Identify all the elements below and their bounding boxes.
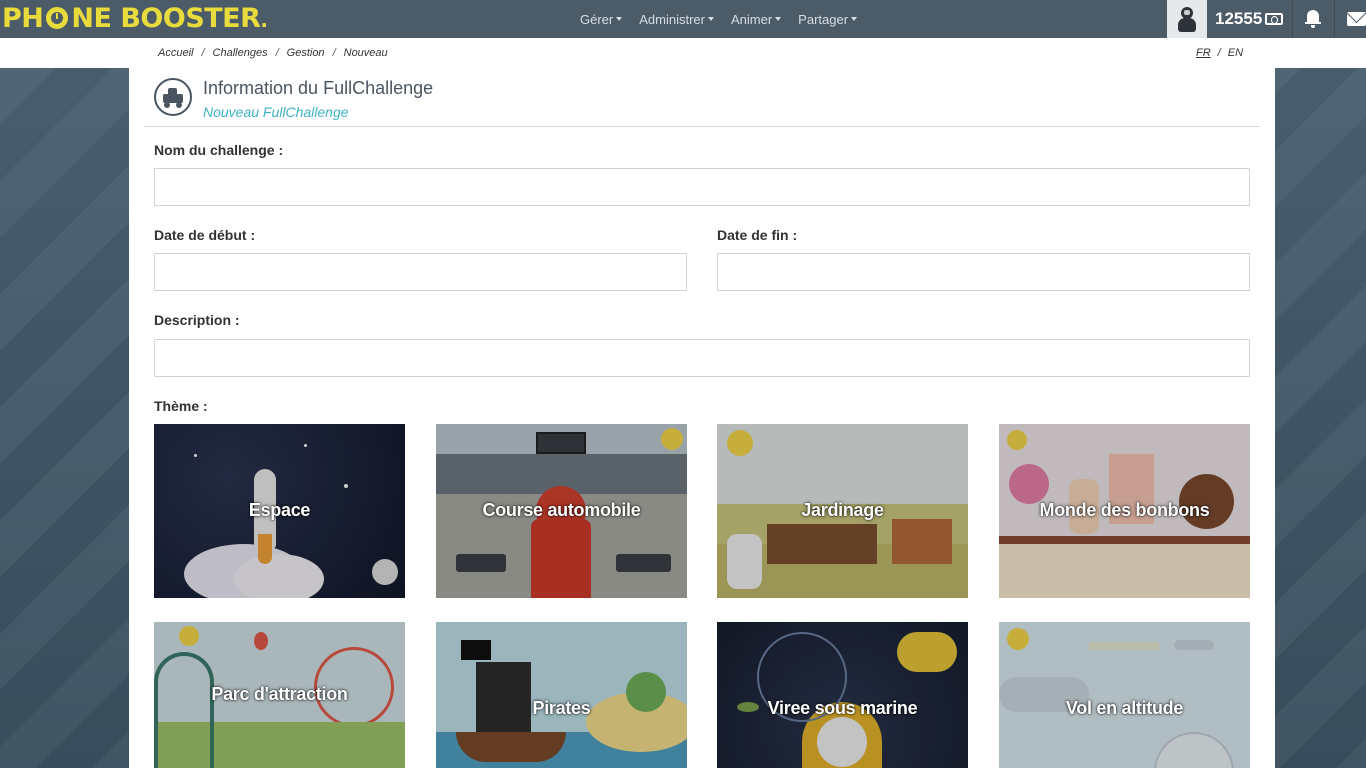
- menu-gerer[interactable]: Gérer: [580, 12, 623, 27]
- start-date-label: Date de début :: [154, 227, 256, 243]
- challenge-name-input[interactable]: [154, 168, 1250, 206]
- navbar-divider: [1334, 0, 1335, 38]
- theme-label-espace: Espace: [248, 500, 311, 520]
- menu-partager[interactable]: Partager: [798, 12, 858, 27]
- theme-tile-espace[interactable]: Espace: [154, 424, 405, 598]
- theme-label: Thème :: [154, 398, 208, 414]
- theme-label-pirates: Pirates: [532, 698, 591, 718]
- breadcrumb-gestion[interactable]: Gestion: [287, 47, 325, 59]
- description-label: Description :: [154, 312, 240, 328]
- caret-down-icon: [851, 17, 858, 21]
- clock-icon: [44, 5, 71, 31]
- lang-en[interactable]: EN: [1228, 47, 1243, 59]
- theme-tile-parc-dattraction[interactable]: Parc d'attraction: [154, 622, 405, 768]
- start-date-input[interactable]: [154, 253, 687, 291]
- caret-down-icon: [775, 17, 782, 21]
- name-label: Nom du challenge :: [154, 142, 284, 158]
- main-menu: Gérer Administrer Animer Partager: [580, 0, 874, 38]
- end-date-input[interactable]: [717, 253, 1250, 291]
- avatar-icon: [1177, 5, 1197, 33]
- lang-fr[interactable]: FR: [1196, 47, 1211, 59]
- page-subtitle: Nouveau FullChallenge: [203, 104, 349, 120]
- breadcrumb-nouveau: Nouveau: [343, 47, 388, 59]
- phone-booster-logo[interactable]: PH NE BOOSTER.: [2, 3, 268, 35]
- menu-administrer[interactable]: Administrer: [639, 12, 714, 27]
- language-switcher: FR / EN: [1196, 47, 1244, 59]
- theme-tile-monde-des-bonbons[interactable]: Monde des bonbons: [999, 424, 1250, 598]
- top-navbar: PH NE BOOSTER. Gérer Administrer Animer P…: [0, 0, 1366, 38]
- theme-label-vol-en-altitude: Vol en altitude: [1065, 698, 1184, 718]
- theme-tile-pirates[interactable]: Pirates: [436, 622, 687, 768]
- challenge-form-card: Information du FullChallenge Nouveau Ful…: [129, 68, 1275, 768]
- navbar-divider: [1292, 0, 1293, 38]
- theme-label-monde-des-bonbons: Monde des bonbons: [1039, 500, 1210, 520]
- breadcrumb: Accueil / Challenges / Gestion / Nouveau: [158, 47, 388, 59]
- caret-down-icon: [707, 17, 714, 21]
- points-value: 12555: [1215, 9, 1263, 28]
- theme-tile-jardinage[interactable]: Jardinage: [717, 424, 968, 598]
- breadcrumb-challenges[interactable]: Challenges: [213, 47, 268, 59]
- theme-tile-viree-sous-marine[interactable]: Viree sous marine: [717, 622, 968, 768]
- description-input[interactable]: [154, 339, 1250, 377]
- theme-label-jardinage: Jardinage: [801, 500, 884, 520]
- envelope-icon[interactable]: [1347, 12, 1366, 26]
- theme-tile-course-automobile[interactable]: Course automobile: [436, 424, 687, 598]
- theme-tile-vol-en-altitude[interactable]: Vol en altitude: [999, 622, 1250, 768]
- money-icon: [1265, 13, 1284, 25]
- bell-icon[interactable]: [1305, 10, 1321, 28]
- race-car-icon: [154, 78, 192, 116]
- end-date-label: Date de fin :: [717, 227, 798, 243]
- theme-label-parc-dattraction: Parc d'attraction: [211, 684, 348, 704]
- menu-animer[interactable]: Animer: [731, 12, 782, 27]
- theme-label-viree-sous-marine: Viree sous marine: [767, 698, 918, 718]
- points-balance[interactable]: 12555: [1215, 0, 1284, 38]
- caret-down-icon: [616, 17, 623, 21]
- card-header: Information du FullChallenge Nouveau Ful…: [144, 68, 1260, 127]
- theme-label-course-automobile: Course automobile: [482, 500, 641, 520]
- page-title: Information du FullChallenge: [203, 78, 434, 98]
- user-avatar[interactable]: [1167, 0, 1207, 38]
- breadcrumb-accueil[interactable]: Accueil: [158, 47, 193, 59]
- breadcrumb-bar: Accueil / Challenges / Gestion / Nouveau…: [0, 38, 1366, 68]
